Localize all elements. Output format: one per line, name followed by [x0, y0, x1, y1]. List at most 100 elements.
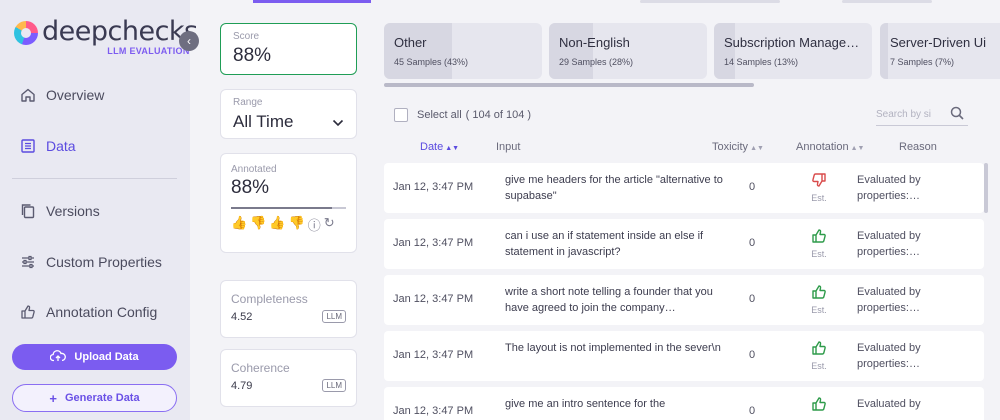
category-tab-non-english[interactable]: Non-English 29 Samples (28%) [549, 23, 707, 79]
row-date: Jan 12, 3:47 PM [393, 293, 474, 305]
category-fill [714, 23, 735, 79]
row-date: Jan 12, 3:47 PM [393, 405, 474, 417]
nav-data-label: Data [46, 138, 76, 154]
table-row[interactable]: Jan 12, 3:47 PM The layout is not implem… [384, 331, 984, 381]
estimated-label: Est. [811, 249, 827, 259]
column-header-reason-label: Reason [899, 141, 937, 153]
category-scrollbar[interactable] [384, 83, 754, 87]
brand-logo-icon [14, 21, 38, 45]
row-toxicity: 0 [749, 293, 756, 305]
annotated-card[interactable]: Annotated 88% 👍 👎 👍 👎 ⓘ ↻ [220, 153, 357, 253]
category-fill [880, 23, 889, 79]
annotation-filter-icons: 👍 👎 👍 👎 ⓘ ↻ [231, 215, 346, 234]
generate-data-label: Generate Data [65, 392, 140, 404]
range-label: Range [233, 97, 263, 108]
completeness-value: 4.52 [231, 310, 253, 323]
row-annotation[interactable]: Est. [804, 284, 834, 315]
range-select[interactable]: Range All Time [220, 89, 357, 139]
cloud-upload-icon [50, 349, 67, 365]
annotated-progress-bar [231, 207, 346, 209]
annotated-label: Annotated [231, 164, 277, 175]
row-annotation[interactable]: Est. [804, 172, 834, 203]
home-icon [18, 85, 38, 105]
coherence-value: 4.79 [231, 379, 253, 392]
thumbs-up-filled-icon[interactable]: 👍 [231, 215, 247, 234]
table-scrollbar[interactable] [984, 163, 988, 213]
annotated-progress-fill [231, 207, 333, 209]
versions-icon [18, 201, 38, 221]
column-header-toxicity-label: Toxicity [712, 141, 749, 153]
llm-badge: LLM [322, 310, 346, 323]
category-samples: 29 Samples (28%) [559, 57, 634, 67]
brand-subtitle: LLM EVALUATION [107, 46, 190, 56]
column-header-toxicity[interactable]: Toxicity ▲▼ [712, 141, 764, 153]
select-all-count: ( 104 of 104 ) [465, 109, 532, 121]
row-toxicity: 0 [749, 405, 756, 417]
sliders-icon [18, 252, 38, 272]
nav-overview[interactable]: Overview [18, 85, 104, 105]
category-fill [549, 23, 594, 79]
nav-annotation-config[interactable]: Annotation Config [18, 302, 157, 322]
nav-overview-label: Overview [46, 87, 105, 103]
nav-custom-properties[interactable]: Custom Properties [18, 252, 162, 272]
row-reason: Evaluated by properties:… [857, 286, 921, 314]
select-all-checkbox[interactable] [394, 108, 408, 122]
upload-data-button[interactable]: Upload Data [12, 344, 177, 370]
coherence-card[interactable]: Coherence 4.79 LLM [220, 349, 357, 407]
completeness-card[interactable]: Completeness 4.52 LLM [220, 280, 357, 338]
generate-data-button[interactable]: + Generate Data [12, 384, 177, 412]
thumbs-up-icon [804, 340, 834, 360]
column-header-date[interactable]: Date ▲▼ [420, 141, 459, 153]
sort-icon: ▲▼ [445, 145, 460, 152]
question-icon[interactable]: ⓘ [308, 215, 321, 234]
row-input: can i use an if statement inside an else… [505, 230, 704, 258]
row-date: Jan 12, 3:47 PM [393, 181, 474, 193]
column-header-annotation[interactable]: Annotation ▲▼ [796, 141, 864, 153]
select-all[interactable]: Select all ( 104 of 104 ) [394, 108, 531, 122]
row-date: Jan 12, 3:47 PM [393, 237, 474, 249]
sort-icon: ▲▼ [750, 145, 764, 152]
nav-versions-label: Versions [46, 203, 100, 219]
row-reason: Evaluated by properties:… [857, 342, 921, 370]
row-annotation[interactable]: Est. [804, 340, 834, 371]
column-header-date-label: Date [420, 141, 444, 153]
category-tab-other[interactable]: Other 45 Samples (43%) [384, 23, 542, 79]
header-control[interactable] [640, 0, 780, 3]
row-reason: Evaluated by properties:… [857, 174, 921, 202]
search-input[interactable] [876, 109, 944, 120]
category-title: Non-English [559, 35, 630, 50]
table-row[interactable]: Jan 12, 3:47 PM give me an intro sentenc… [384, 387, 984, 420]
thumbs-up-icon [804, 396, 834, 416]
category-tab-subscription[interactable]: Subscription Manage… 14 Samples (13%) [714, 23, 872, 79]
table-icon [18, 136, 38, 156]
table-row[interactable]: Jan 12, 3:47 PM write a short note telli… [384, 275, 984, 325]
estimated-label: Est. [811, 305, 827, 315]
chevron-left-icon: ‹ [187, 34, 191, 48]
range-value: All Time [233, 112, 294, 131]
search-icon[interactable] [950, 106, 964, 123]
refresh-icon[interactable]: ↻ [324, 215, 335, 234]
nav-custom-properties-label: Custom Properties [46, 254, 162, 270]
nav-annotation-config-label: Annotation Config [46, 304, 158, 320]
category-fill [384, 23, 452, 79]
llm-badge: LLM [322, 379, 346, 392]
table-row[interactable]: Jan 12, 3:47 PM can i use an if statemen… [384, 219, 984, 269]
row-annotation[interactable] [804, 396, 834, 416]
score-card[interactable]: Score 88% [220, 23, 357, 75]
search-box[interactable] [876, 104, 968, 126]
thumbs-down-outline-icon[interactable]: 👎 [289, 215, 305, 234]
category-title: Server-Driven Ui [890, 35, 987, 50]
collapse-sidebar-button[interactable]: ‹ [179, 31, 199, 51]
header-control[interactable] [842, 0, 932, 3]
row-annotation[interactable]: Est. [804, 228, 834, 259]
nav-data[interactable]: Data [18, 136, 76, 156]
thumbs-down-filled-icon[interactable]: 👎 [250, 215, 266, 234]
nav-versions[interactable]: Versions [18, 201, 100, 221]
row-date: Jan 12, 3:47 PM [393, 349, 474, 361]
annotated-value: 88% [231, 177, 270, 198]
table-row[interactable]: Jan 12, 3:47 PM give me headers for the … [384, 163, 984, 213]
brand-logo[interactable]: deepchecks LLM EVALUATION [14, 18, 198, 56]
thumbs-up-outline-icon[interactable]: 👍 [269, 215, 285, 234]
category-tab-server-driven-ui[interactable]: Server-Driven Ui 7 Samples (7%) [880, 23, 1000, 79]
column-header-input-label: Input [496, 141, 521, 153]
